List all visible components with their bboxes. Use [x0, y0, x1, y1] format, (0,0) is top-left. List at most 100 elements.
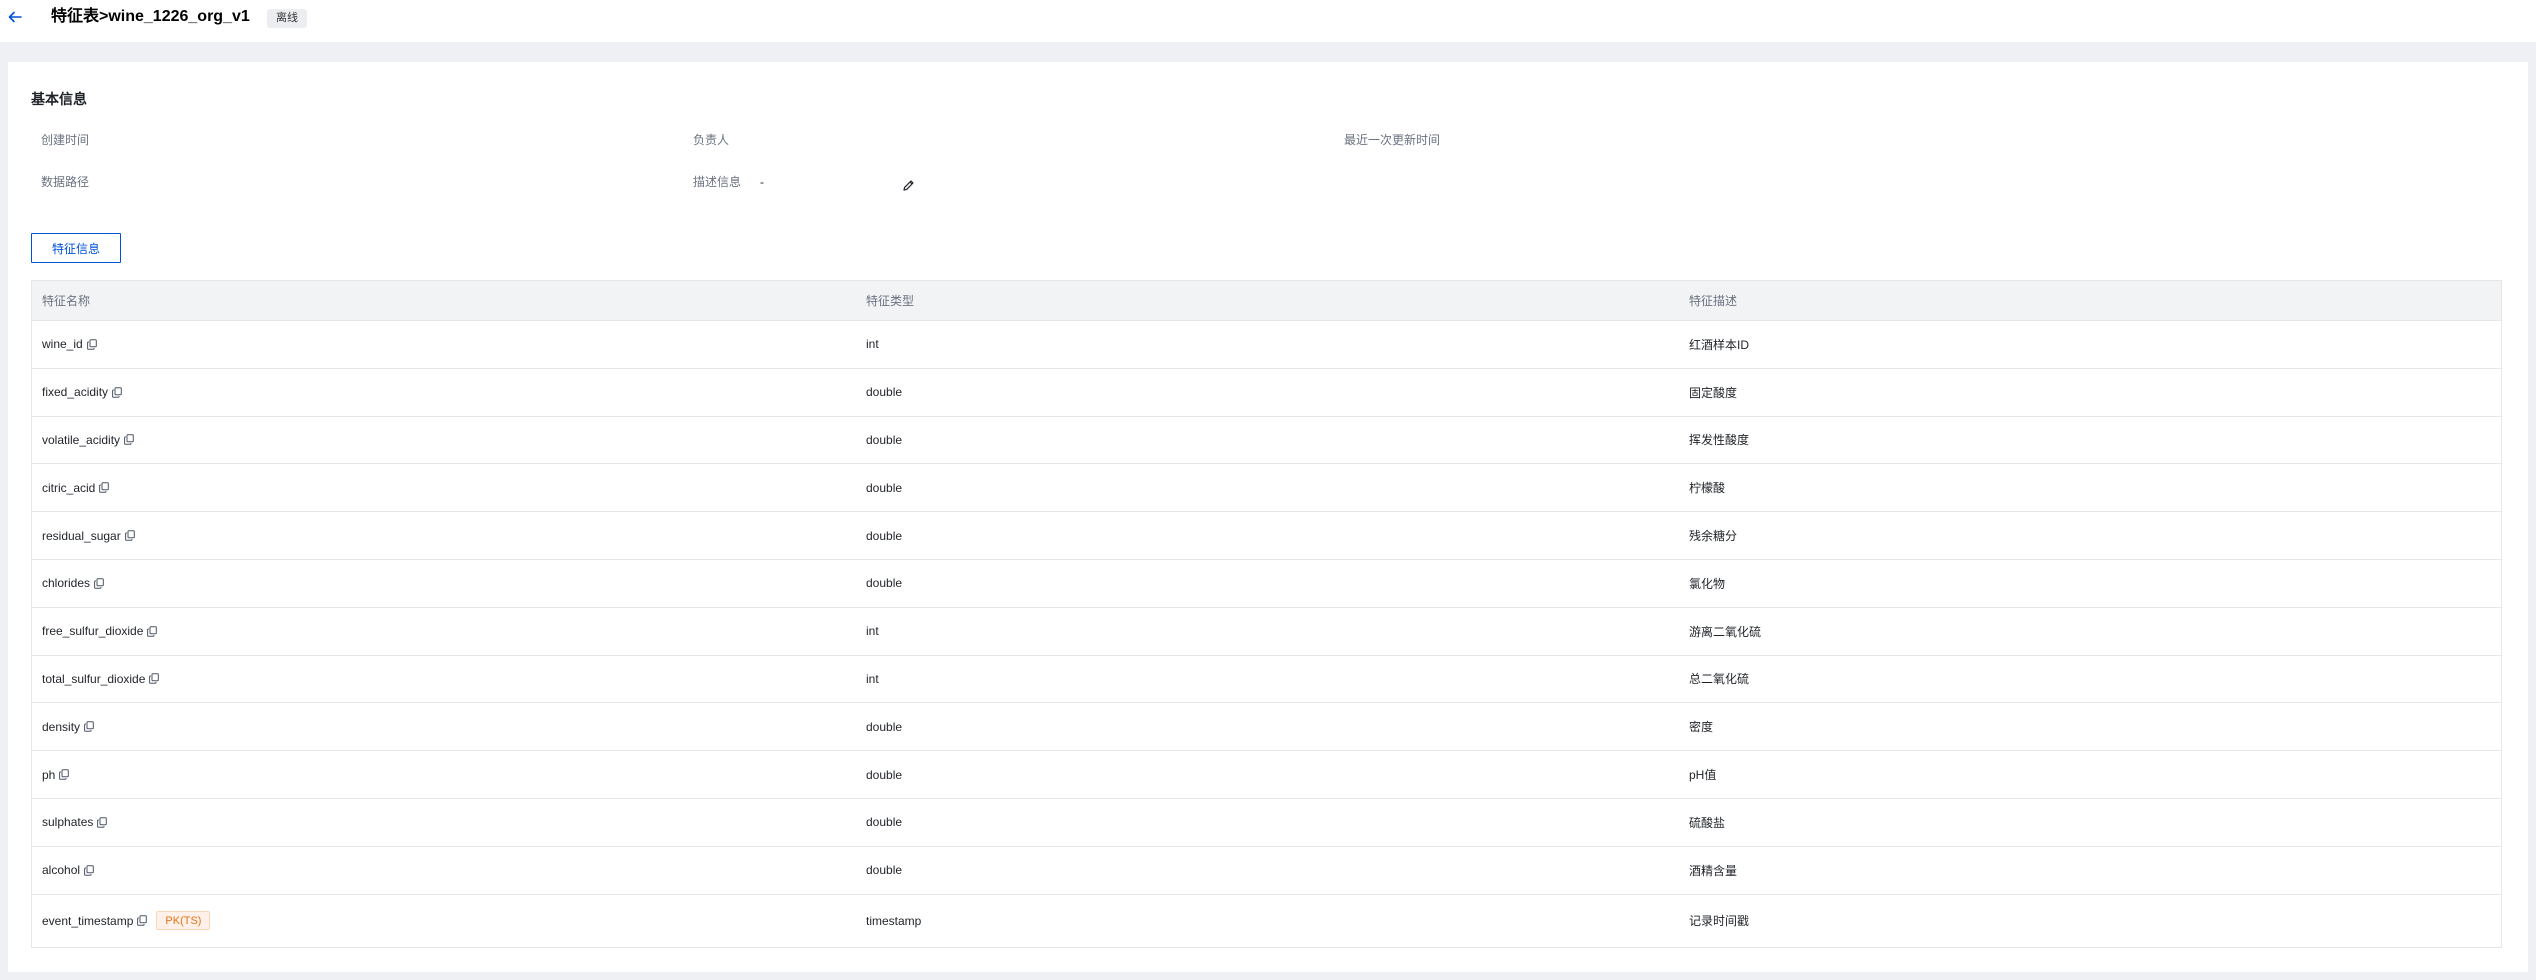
table-row: citric_acid double 柠檬酸 — [32, 464, 2501, 513]
table-body: wine_id int 红酒样本ID fixed_acidity double 固定酸度 v… — [32, 321, 2501, 947]
copy-icon[interactable] — [148, 673, 160, 685]
table-row: alcohol double 酒精含量 — [32, 847, 2501, 895]
feature-name-cell: ph — [32, 768, 856, 782]
feature-description-cell: 红酒样本ID — [1689, 337, 1750, 352]
feature-name-cell: fixed_acidity — [32, 385, 856, 399]
copy-icon[interactable] — [83, 864, 95, 876]
table-row: total_sulfur_dioxide int 总二氧化硫 — [32, 656, 2501, 704]
feature-name-cell: alcohol — [32, 863, 856, 877]
feature-type-cell: double — [866, 815, 903, 830]
status-badge: 离线 — [267, 9, 307, 28]
owner-label: 负责人 — [693, 133, 730, 147]
feature-name: chlorides — [42, 576, 91, 591]
feature-description-cell: 酒精含量 — [1689, 863, 1738, 878]
data-path-label: 数据路径 — [41, 175, 90, 189]
copy-icon[interactable] — [93, 577, 105, 589]
table-row: residual_sugar double 残余糖分 — [32, 512, 2501, 560]
feature-name-cell: residual_sugar — [32, 529, 856, 543]
feature-type-cell: int — [866, 624, 879, 639]
table-row: density double 密度 — [32, 703, 2501, 752]
arrow-left-icon — [8, 11, 22, 23]
feature-name-cell: total_sulfur_dioxide — [32, 672, 856, 686]
table-row: volatile_acidity double 挥发性酸度 — [32, 417, 2501, 465]
table-row: ph double pH值 — [32, 751, 2501, 799]
feature-type-cell: double — [866, 767, 903, 782]
back-button[interactable] — [4, 6, 26, 28]
feature-name: citric_acid — [42, 480, 96, 495]
feature-name: alcohol — [42, 863, 81, 878]
column-header-description: 特征描述 — [1689, 294, 1738, 308]
feature-description-cell: 密度 — [1689, 720, 1714, 735]
edit-description-button[interactable] — [899, 176, 917, 194]
feature-name: residual_sugar — [42, 528, 121, 543]
feature-name-cell: wine_id — [32, 337, 856, 351]
description-label: 描述信息 — [693, 175, 742, 189]
feature-name: wine_id — [42, 337, 83, 352]
content-card: 基本信息 创建时间 负责人 最近一次更新时间 数据路径 描述信息 - 特征信息 … — [8, 62, 2528, 972]
feature-type-cell: double — [866, 385, 903, 400]
top-bar: 特征表>wine_1226_org_v1 离线 — [0, 0, 2536, 42]
feature-type-cell: double — [866, 528, 903, 543]
feature-type-cell: timestamp — [866, 913, 922, 928]
pencil-icon — [902, 179, 914, 191]
copy-icon[interactable] — [83, 721, 95, 733]
feature-description-cell: pH值 — [1689, 768, 1717, 783]
feature-name-cell: sulphates — [32, 815, 856, 829]
feature-type-cell: double — [866, 719, 903, 734]
feature-type-cell: int — [866, 337, 879, 352]
feature-name-cell: chlorides — [32, 576, 856, 590]
table-row: event_timestamp PK(TS) timestamp 记录时间戳 — [32, 895, 2501, 947]
page-title: 特征表>wine_1226_org_v1 — [51, 8, 250, 25]
pk-tag: PK(TS) — [156, 911, 211, 931]
feature-name-cell: event_timestamp PK(TS) — [32, 911, 856, 931]
feature-type-cell: int — [866, 671, 879, 686]
copy-icon[interactable] — [98, 482, 110, 494]
table-row: sulphates double 硫酸盐 — [32, 799, 2501, 847]
table-row: wine_id int 红酒样本ID — [32, 321, 2501, 369]
feature-description-cell: 柠檬酸 — [1689, 481, 1726, 496]
feature-name-cell: citric_acid — [32, 481, 856, 495]
feature-description-cell: 挥发性酸度 — [1689, 433, 1750, 448]
feature-description-cell: 残余糖分 — [1689, 529, 1738, 544]
feature-type-cell: double — [866, 432, 903, 447]
feature-name-cell: volatile_acidity — [32, 433, 856, 447]
feature-name: volatile_acidity — [42, 432, 121, 447]
copy-icon[interactable] — [136, 915, 148, 927]
feature-description-cell: 硫酸盐 — [1689, 815, 1726, 830]
feature-description-cell: 游离二氧化硫 — [1689, 624, 1762, 639]
feature-description-cell: 固定酸度 — [1689, 385, 1738, 400]
feature-name: free_sulfur_dioxide — [42, 624, 144, 639]
created-time-label: 创建时间 — [41, 133, 90, 147]
feature-type-cell: double — [866, 480, 903, 495]
feature-type-cell: double — [866, 576, 903, 591]
feature-name-cell: density — [32, 720, 856, 734]
table-row: free_sulfur_dioxide int 游离二氧化硫 — [32, 608, 2501, 656]
copy-icon[interactable] — [58, 769, 70, 781]
copy-icon[interactable] — [146, 625, 158, 637]
feature-table: 特征名称 特征类型 特征描述 wine_id int 红酒样本ID fixed_aci… — [31, 280, 2502, 948]
section-title: 基本信息 — [31, 91, 87, 107]
copy-icon[interactable] — [111, 386, 123, 398]
feature-name: total_sulfur_dioxide — [42, 671, 146, 686]
feature-type-cell: double — [866, 863, 903, 878]
feature-description-cell: 记录时间戳 — [1689, 914, 1750, 929]
feature-name-cell: free_sulfur_dioxide — [32, 624, 856, 638]
feature-description-cell: 氯化物 — [1689, 576, 1726, 591]
copy-icon[interactable] — [123, 434, 135, 446]
feature-name: density — [42, 719, 81, 734]
tab-feature-info[interactable]: 特征信息 — [31, 233, 121, 263]
copy-icon[interactable] — [124, 530, 136, 542]
feature-name: sulphates — [42, 815, 94, 830]
table-row: fixed_acidity double 固定酸度 — [32, 369, 2501, 417]
feature-name: event_timestamp — [42, 913, 134, 928]
feature-description-cell: 总二氧化硫 — [1689, 672, 1750, 687]
table-row: chlorides double 氯化物 — [32, 560, 2501, 608]
feature-name: fixed_acidity — [42, 385, 109, 400]
description-value: - — [760, 175, 764, 189]
copy-icon[interactable] — [86, 338, 98, 350]
table-header: 特征名称 特征类型 特征描述 — [32, 281, 2501, 321]
copy-icon[interactable] — [96, 816, 108, 828]
feature-name: ph — [42, 767, 56, 782]
column-header-name: 特征名称 — [42, 294, 91, 308]
column-header-type: 特征类型 — [866, 294, 915, 308]
